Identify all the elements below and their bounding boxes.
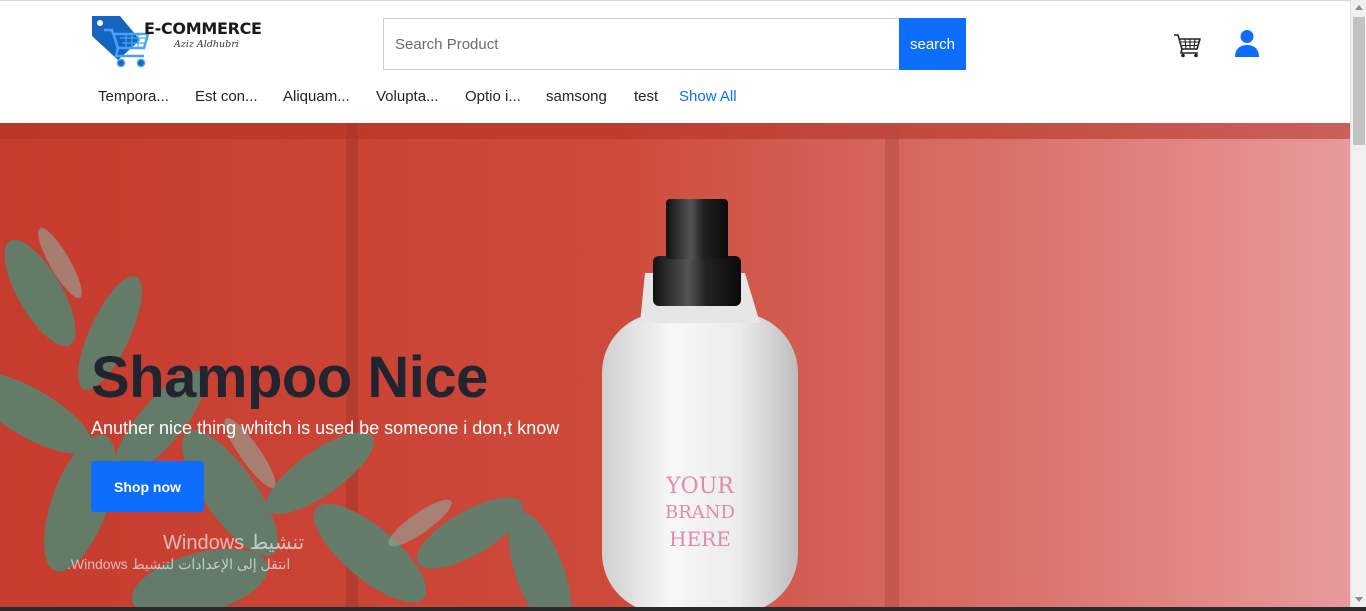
category-link[interactable]: Tempora... [98, 88, 169, 105]
scroll-down-icon[interactable] [1355, 597, 1363, 602]
show-all-link[interactable]: Show All [679, 88, 737, 105]
category-nav: Tempora... Est con... Aliquam... Volupta… [0, 88, 1000, 110]
site-header: E-COMMERCE Aziz Aldhubri search Tempora.… [0, 1, 1350, 123]
windows-activation-title: تنشيط Windows [163, 532, 305, 554]
brand-tagline: Aziz Aldhubri [174, 39, 239, 50]
brand-logo[interactable]: E-COMMERCE Aziz Aldhubri [90, 14, 262, 74]
category-link[interactable]: Volupta... [376, 88, 439, 105]
brand-name: E-COMMERCE [144, 19, 262, 38]
hero-title: Shampoo Nice [91, 345, 488, 410]
user-icon[interactable] [1234, 29, 1260, 57]
scroll-up-icon[interactable] [1355, 5, 1363, 10]
windows-activation-subtitle: انتقل إلى الإعدادات لتنشيط Windows. [67, 556, 291, 572]
page: E-COMMERCE Aziz Aldhubri search Tempora.… [0, 0, 1366, 611]
category-link[interactable]: test [634, 88, 658, 105]
shop-now-button[interactable]: Shop now [91, 461, 204, 512]
category-link[interactable]: Optio i... [465, 88, 521, 105]
page-scrollbar[interactable] [1350, 0, 1366, 607]
search-bar: search [383, 18, 966, 70]
svg-text:HERE: HERE [669, 527, 731, 551]
search-button[interactable]: search [899, 18, 966, 70]
category-link[interactable]: Aliquam... [283, 88, 350, 105]
scrollbar-thumb[interactable] [1353, 17, 1365, 145]
category-link[interactable]: samsong [546, 88, 607, 105]
search-input[interactable] [383, 18, 899, 70]
cart-logo-icon [92, 16, 150, 68]
taskbar-edge [0, 607, 1366, 611]
hero-subtitle: Anuther nice thing whitch is used be som… [91, 418, 560, 438]
category-link[interactable]: Est con... [195, 88, 258, 105]
cart-icon[interactable] [1173, 32, 1201, 58]
svg-text:YOUR: YOUR [665, 474, 735, 499]
svg-text:BRAND: BRAND [665, 502, 735, 523]
